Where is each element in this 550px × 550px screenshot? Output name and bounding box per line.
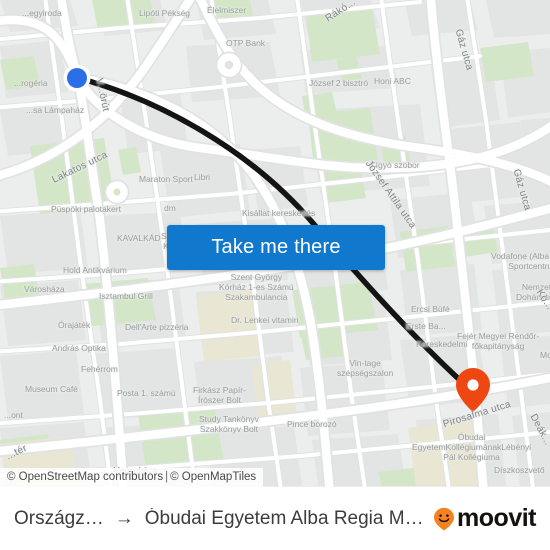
map-canvas[interactable]: ...egyiroda Lipóti Pékség Élelmiszer Rákó..… (0, 0, 550, 487)
origin-marker[interactable] (63, 64, 91, 92)
map-attribution[interactable]: © OpenStreetMap contributors | © OpenMapTi… (0, 468, 264, 487)
moovit-pin-icon (434, 507, 455, 530)
attribution-tiles[interactable]: © OpenMapTiles (170, 471, 256, 483)
route-origin-label[interactable]: Országz… (14, 508, 104, 530)
moovit-brand[interactable]: moovit (433, 504, 536, 533)
route-summary-bar: Országz… → Óbudai Egyetem Alba Regia Műs… (0, 487, 550, 550)
route-arrow-icon: → (114, 507, 134, 529)
map-route-screen: ...egyiroda Lipóti Pékség Élelmiszer Rákó..… (0, 0, 550, 550)
attribution-osm[interactable]: © OpenStreetMap contributors (7, 471, 163, 483)
take-me-there-button[interactable]: Take me there (167, 225, 385, 270)
take-me-there-label: Take me there (211, 236, 341, 258)
route-destination-label[interactable]: Óbudai Egyetem Alba Regia Műszaki K… (145, 508, 427, 530)
moovit-wordmark: moovit (457, 504, 536, 532)
map-roundabout-islands (113, 188, 121, 196)
